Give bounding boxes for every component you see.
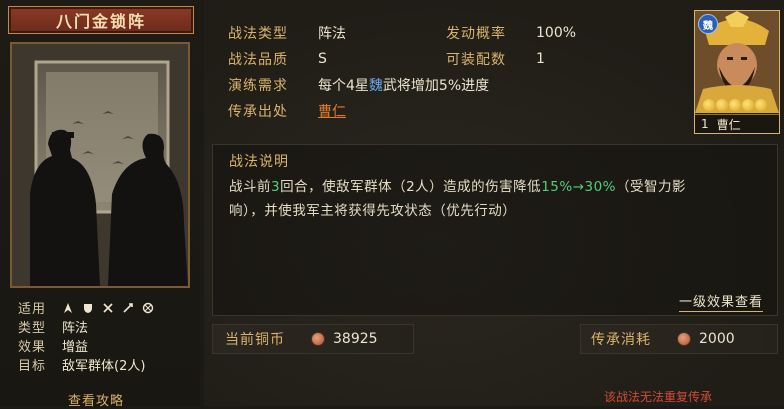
desc-part: （受智力影	[616, 179, 687, 195]
attr-type-value: 阵法	[318, 25, 346, 42]
attr-rate-label: 发动概率	[446, 25, 506, 42]
view-strategy-link[interactable]: 查看攻略	[68, 390, 124, 409]
description-box: 战法说明 战斗前3回合，使敌军群体（2人）造成的伤害降低15%→30%（受智力影…	[212, 144, 778, 316]
desc-percent: 15%→30%	[541, 179, 617, 195]
general-card[interactable]: 魏 1 曹仁	[694, 10, 780, 134]
copper-bar: 当前铜币 38925	[212, 324, 414, 354]
effect-value: 增益	[62, 340, 89, 355]
type-row: 类型 阵法	[18, 317, 193, 336]
applicable-row: 适用	[18, 298, 193, 317]
star-icon	[755, 99, 767, 111]
desc-part: 战斗前	[229, 179, 271, 195]
applicable-icons	[62, 302, 154, 314]
star-icon	[729, 99, 741, 111]
applicable-label: 适用	[18, 302, 47, 317]
attr-training: 演练需求 每个4星 魏 武将增加5%进度	[228, 73, 489, 96]
attr-source: 传承出处 曹仁	[228, 99, 346, 122]
level-one-effect-link[interactable]: 一级效果查看	[678, 291, 763, 312]
copper-value: 38925	[333, 331, 378, 347]
desc-part: 回合，使敌军群体（2人）造成的伤害降低	[280, 179, 542, 195]
copper-label: 当前铜币	[225, 332, 285, 348]
attr-training-faction: 魏	[368, 77, 383, 94]
shield-icon	[84, 303, 92, 313]
target-value: 敌军群体(2人)	[62, 359, 146, 374]
attr-type-label: 战法类型	[228, 25, 288, 42]
copper-coin-icon	[677, 332, 691, 346]
cost-bar: 传承消耗 2000	[580, 324, 778, 354]
artwork-illustration	[12, 44, 188, 286]
inherit-warning: 该战法无法重复传承	[604, 390, 713, 404]
star-icon	[742, 99, 754, 111]
type-value: 阵法	[62, 321, 89, 336]
cost-value: 2000	[699, 331, 735, 347]
target-label: 目标	[18, 359, 47, 374]
star-icon	[716, 99, 728, 111]
general-name-bar: 1 曹仁	[695, 114, 779, 133]
faction-badge: 魏	[698, 14, 718, 34]
type-label: 类型	[18, 321, 47, 336]
attr-training-prefix: 每个4星	[318, 77, 369, 94]
attr-rate: 发动概率 100%	[446, 21, 576, 44]
attr-quality-value: S	[318, 50, 327, 67]
attr-type: 战法类型 阵法	[228, 21, 346, 44]
tactic-artwork	[10, 42, 190, 288]
desc-rounds: 3	[271, 179, 281, 195]
desc-line2: 响），并使我军主将获得先攻状态（优先行动）	[229, 203, 517, 219]
attr-quality: 战法品质 S	[228, 47, 327, 70]
tactic-title: 八门金锁阵	[8, 6, 194, 34]
attr-training-suffix: 武将增加5%进度	[382, 77, 490, 94]
crossed-swords-icon	[103, 302, 113, 313]
description-text: 战斗前3回合，使敌军群体（2人）造成的伤害降低15%→30%（受智力影 响），并…	[229, 175, 769, 223]
attr-slots-label: 可装配数	[446, 51, 506, 68]
source-general-link[interactable]: 曹仁	[318, 101, 346, 121]
siege-icon	[142, 302, 154, 313]
cost-label: 传承消耗	[591, 332, 651, 348]
attr-slots-value: 1	[536, 50, 545, 67]
bow-icon	[123, 302, 133, 313]
general-level: 1	[701, 117, 709, 131]
general-stars	[703, 99, 767, 111]
attr-rate-value: 100%	[536, 24, 577, 41]
tactic-info: 适用 类型 阵法 效果 增益 目标 敌军群体(2人)	[18, 298, 193, 374]
effect-label: 效果	[18, 340, 47, 355]
attr-quality-label: 战法品质	[228, 51, 288, 68]
attr-source-label: 传承出处	[228, 103, 288, 120]
attr-training-label: 演练需求	[228, 77, 288, 94]
target-row: 目标 敌军群体(2人)	[18, 355, 193, 374]
description-title: 战法说明	[229, 154, 289, 170]
general-name: 曹仁	[716, 117, 741, 132]
copper-coin-icon	[311, 332, 325, 346]
effect-row: 效果 增益	[18, 336, 193, 355]
star-icon	[703, 99, 715, 111]
infantry-icon	[64, 302, 72, 313]
attr-slots: 可装配数 1	[446, 47, 545, 70]
